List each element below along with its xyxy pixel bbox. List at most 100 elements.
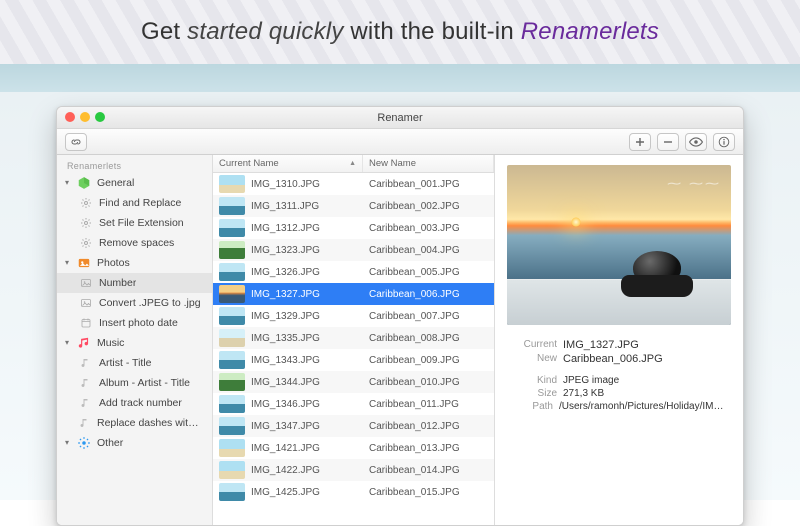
promo-banner: Get started quickly with the built-in Re… xyxy=(0,0,800,64)
meta-current-key: Current xyxy=(509,339,557,351)
sidebar-group-general[interactable]: ▾ General xyxy=(57,173,212,193)
sidebar-item-find-and-replace[interactable]: Find and Replace xyxy=(57,193,212,213)
sidebar: Renamerlets ▾ General Find and Replace Set … xyxy=(57,155,213,525)
sidebar-item-insert-photo-date[interactable]: Insert photo date xyxy=(57,313,212,333)
add-button[interactable] xyxy=(629,133,651,151)
col-current-name[interactable]: Current Name ▲ xyxy=(213,155,363,172)
new-name: Caribbean_013.JPG xyxy=(363,443,494,454)
sidebar-item-label: Set File Extension xyxy=(99,217,184,229)
table-body[interactable]: IMG_1310.JPGCaribbean_001.JPGIMG_1311.JP… xyxy=(213,173,494,525)
meta-kind-key: Kind xyxy=(509,375,557,386)
sidebar-item-convert-jpeg-to-jpg[interactable]: Convert .JPEG to .jpg xyxy=(57,293,212,313)
table-row[interactable]: IMG_1312.JPGCaribbean_003.JPG xyxy=(213,217,494,239)
sidebar-item-icon xyxy=(79,216,93,230)
sidebar-item-label: Number xyxy=(99,277,136,289)
link-icon xyxy=(70,136,82,148)
col-new-name[interactable]: New Name xyxy=(363,155,494,172)
remove-button[interactable] xyxy=(657,133,679,151)
sidebar-item-icon xyxy=(79,276,93,290)
link-button[interactable] xyxy=(65,133,87,151)
table-row[interactable]: IMG_1344.JPGCaribbean_010.JPG xyxy=(213,371,494,393)
app-window: Renamer Renamerlets ▾GeneralFind xyxy=(56,106,744,526)
new-name: Caribbean_004.JPG xyxy=(363,245,494,256)
sidebar-item-label: Album - Artist - Title xyxy=(99,377,190,389)
table-row[interactable]: IMG_1323.JPGCaribbean_004.JPG xyxy=(213,239,494,261)
zoom-button[interactable] xyxy=(95,112,105,122)
sidebar-item-label: Remove spaces xyxy=(99,237,174,249)
table-row[interactable]: IMG_1346.JPGCaribbean_011.JPG xyxy=(213,393,494,415)
close-button[interactable] xyxy=(65,112,75,122)
new-name: Caribbean_001.JPG xyxy=(363,179,494,190)
info-button[interactable] xyxy=(713,133,735,151)
new-name: Caribbean_002.JPG xyxy=(363,201,494,212)
table-row[interactable]: IMG_1421.JPGCaribbean_013.JPG xyxy=(213,437,494,459)
sidebar-group-music[interactable]: ▾Music xyxy=(57,333,212,353)
thumbnail xyxy=(219,329,245,347)
sidebar-item-set-file-extension[interactable]: Set File Extension xyxy=(57,213,212,233)
new-name: Caribbean_006.JPG xyxy=(363,289,494,300)
minimize-button[interactable] xyxy=(80,112,90,122)
current-name: IMG_1323.JPG xyxy=(251,245,363,256)
file-metadata: CurrentIMG_1327.JPG NewCaribbean_006.JPG… xyxy=(495,333,743,420)
current-name: IMG_1311.JPG xyxy=(251,201,363,212)
hero-text-pre: Get xyxy=(141,18,187,45)
current-name: IMG_1346.JPG xyxy=(251,399,363,410)
sidebar-item-add-track-number[interactable]: Add track number xyxy=(57,393,212,413)
new-name: Caribbean_011.JPG xyxy=(363,399,494,410)
sidebar-item-number[interactable]: Number xyxy=(57,273,212,293)
titlebar[interactable]: Renamer xyxy=(57,107,743,129)
table-row[interactable]: IMG_1326.JPGCaribbean_005.JPG xyxy=(213,261,494,283)
sidebar-item-label: Convert .JPEG to .jpg xyxy=(99,297,201,309)
sidebar-group-photos[interactable]: ▾Photos xyxy=(57,253,212,273)
content-area: Renamerlets ▾ General Find and Replace Set … xyxy=(57,155,743,525)
thumbnail xyxy=(219,285,245,303)
sidebar-item-icon xyxy=(79,396,93,410)
other-icon xyxy=(77,436,91,450)
meta-size-key: Size xyxy=(509,388,557,399)
disclosure-triangle-icon: ▾ xyxy=(65,180,71,186)
col-new-name-label: New Name xyxy=(369,158,416,169)
new-name: Caribbean_005.JPG xyxy=(363,267,494,278)
table-row[interactable]: IMG_1310.JPGCaribbean_001.JPG xyxy=(213,173,494,195)
color-strip xyxy=(0,64,800,92)
sidebar-item-artist-title[interactable]: Artist - Title xyxy=(57,353,212,373)
table-row[interactable]: IMG_1422.JPGCaribbean_014.JPG xyxy=(213,459,494,481)
sidebar-group-label: General xyxy=(97,177,134,189)
detail-pane: ⁓ ⁓⁓ CurrentIMG_1327.JPG NewCaribbean_00… xyxy=(495,155,743,525)
table-row[interactable]: IMG_1347.JPGCaribbean_012.JPG xyxy=(213,415,494,437)
sidebar-item-label: Find and Replace xyxy=(99,197,181,209)
music-icon xyxy=(77,336,91,350)
table-row[interactable]: IMG_1335.JPGCaribbean_008.JPG xyxy=(213,327,494,349)
disclosure-triangle-icon: ▾ xyxy=(65,440,71,446)
sidebar-item-icon xyxy=(79,236,93,250)
sidebar-item-album-artist-title[interactable]: Album - Artist - Title xyxy=(57,373,212,393)
toolbar xyxy=(57,129,743,155)
cube-icon xyxy=(77,176,91,190)
table-row[interactable]: IMG_1327.JPGCaribbean_006.JPG xyxy=(213,283,494,305)
sidebar-item-icon xyxy=(79,296,93,310)
current-name: IMG_1421.JPG xyxy=(251,443,363,454)
sidebar-group-other[interactable]: ▾Other xyxy=(57,433,212,453)
canvas-area: Renamer Renamerlets ▾GeneralFind xyxy=(0,92,800,500)
table-row[interactable]: IMG_1343.JPGCaribbean_009.JPG xyxy=(213,349,494,371)
sidebar-item-remove-spaces[interactable]: Remove spaces xyxy=(57,233,212,253)
sidebar-header: Renamerlets xyxy=(57,155,212,173)
new-name: Caribbean_014.JPG xyxy=(363,465,494,476)
sidebar-item-replace-dashes-with-unde[interactable]: Replace dashes with unde… xyxy=(57,413,212,433)
sidebar-group-label: Music xyxy=(97,337,124,349)
thumbnail xyxy=(219,263,245,281)
meta-current-val: IMG_1327.JPG xyxy=(563,339,639,351)
preview-button[interactable] xyxy=(685,133,707,151)
current-name: IMG_1312.JPG xyxy=(251,223,363,234)
thumbnail xyxy=(219,439,245,457)
sidebar-item-icon xyxy=(79,416,91,430)
table-row[interactable]: IMG_1329.JPGCaribbean_007.JPG xyxy=(213,305,494,327)
sort-asc-icon: ▲ xyxy=(349,160,356,167)
new-name: Caribbean_010.JPG xyxy=(363,377,494,388)
meta-new-key: New xyxy=(509,353,557,365)
table-row[interactable]: IMG_1311.JPGCaribbean_002.JPG xyxy=(213,195,494,217)
thumbnail xyxy=(219,483,245,501)
thumbnail xyxy=(219,373,245,391)
sidebar-item-label: Artist - Title xyxy=(99,357,152,369)
meta-kind-val: JPEG image xyxy=(563,375,619,386)
